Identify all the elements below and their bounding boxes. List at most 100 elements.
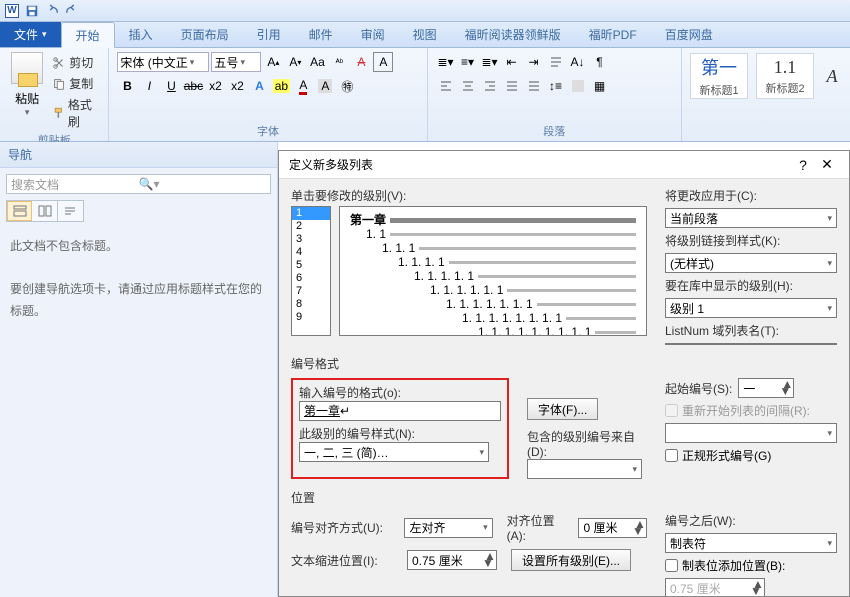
enclose-characters-button[interactable]: ㊕ — [337, 76, 357, 96]
tab-stop-checkbox[interactable]: 制表位添加位置(B): — [665, 557, 837, 574]
tab-foxit-pdf[interactable]: 福昕PDF — [575, 22, 651, 47]
superscript-button[interactable]: x2 — [227, 76, 247, 96]
shrink-font-button[interactable]: A▾ — [285, 52, 305, 72]
subscript-button[interactable]: x2 — [205, 76, 225, 96]
font-size-combo[interactable]: 五号▾ — [211, 52, 261, 72]
indent-spinner[interactable]: 0.75 厘米▲▼ — [407, 550, 497, 570]
alignment-combo[interactable]: 左对齐▾ — [404, 518, 492, 538]
start-at-spinner[interactable]: 一▲▼ — [738, 378, 794, 398]
legal-numbering-checkbox[interactable]: 正规形式编号(G) — [665, 447, 837, 464]
include-level-label: 包含的级别编号来自(D): — [527, 428, 647, 459]
shading-button[interactable] — [568, 76, 588, 96]
borders-button[interactable]: ▦ — [590, 76, 610, 96]
nav-tab-headings[interactable] — [7, 201, 32, 221]
line-spacing-button[interactable]: ↕≡ — [546, 76, 566, 96]
link-style-combo[interactable]: (无样式)▾ — [665, 253, 837, 273]
nav-body: 此文档不包含标题。 要创建导航选项卡，请通过应用标题样式在您的 标题。 — [0, 226, 277, 332]
navigation-pane: 导航 搜索文档 🔍▾ 此文档不包含标题。 要创建导航选项卡，请通过应用标题样式在… — [0, 142, 278, 597]
character-shading-button[interactable]: A — [315, 76, 335, 96]
multilevel-list-button[interactable]: ≣▾ — [480, 52, 500, 72]
follow-with-combo[interactable]: 制表符▾ — [665, 533, 837, 553]
italic-button[interactable]: I — [139, 76, 159, 96]
ribbon-tabs: 文件 ▾ 开始 插入 页面布局 引用 邮件 审阅 视图 福昕阅读器领鲜版 福昕P… — [0, 22, 850, 48]
text-effects-button[interactable]: A — [249, 76, 269, 96]
click-level-label: 单击要修改的级别(V): — [291, 187, 647, 204]
gallery-level-label: 要在库中显示的级别(H): — [665, 277, 837, 294]
tab-home[interactable]: 开始 — [61, 22, 115, 48]
numbering-button[interactable]: ≡▾ — [458, 52, 478, 72]
aligned-at-spinner[interactable]: 0 厘米▲▼ — [578, 518, 647, 538]
chevron-down-icon: ▾ — [25, 107, 30, 118]
highlight-button[interactable]: ab — [271, 76, 291, 96]
search-input[interactable]: 搜索文档 🔍▾ — [6, 174, 271, 194]
style-preview-2[interactable]: 1.1新标题2 — [756, 53, 814, 99]
include-level-combo[interactable]: ▾ — [527, 459, 642, 479]
alignment-label: 编号对齐方式(U): — [291, 519, 398, 536]
link-style-label: 将级别链接到样式(K): — [665, 232, 837, 249]
undo-icon[interactable] — [44, 3, 60, 19]
font-color-button[interactable]: A — [293, 76, 313, 96]
tab-references[interactable]: 引用 — [243, 22, 295, 47]
tab-layout[interactable]: 页面布局 — [167, 22, 243, 47]
scissors-icon — [52, 56, 66, 70]
group-label: 段落 — [436, 121, 674, 139]
asian-layout-button[interactable] — [546, 52, 566, 72]
font-button[interactable]: 字体(F)... — [527, 398, 598, 420]
listnum-input[interactable] — [665, 343, 837, 345]
bold-button[interactable]: B — [117, 76, 137, 96]
start-at-label: 起始编号(S): — [665, 380, 732, 397]
style-preview-3[interactable]: A — [822, 53, 842, 99]
font-name-combo[interactable]: 宋体 (中文正▾ — [117, 52, 209, 72]
group-paragraph: ≣▾ ≡▾ ≣▾ ⇤ ⇥ A↓ ¶ ↕≡ ▦ 段落 — [428, 48, 683, 141]
quick-access-toolbar: W — [0, 0, 850, 22]
underline-button[interactable]: U — [161, 76, 181, 96]
increase-indent-button[interactable]: ⇥ — [524, 52, 544, 72]
show-marks-button[interactable]: ¶ — [590, 52, 610, 72]
phonetic-guide-button[interactable]: ᴬᵇ — [329, 52, 349, 72]
level-listbox[interactable]: 1 23 45 67 89 — [291, 206, 331, 336]
clear-formatting-button[interactable]: A — [351, 52, 371, 72]
dialog-titlebar: 定义新多级列表 ? ✕ — [279, 151, 849, 179]
group-clipboard: 粘贴 ▾ 剪切 复制 格式刷 剪贴板 — [0, 48, 109, 141]
aligned-at-label: 对齐位置(A): — [507, 512, 573, 543]
bullets-button[interactable]: ≣▾ — [436, 52, 456, 72]
tab-view[interactable]: 视图 — [399, 22, 451, 47]
copy-button[interactable]: 复制 — [52, 75, 100, 92]
gallery-level-combo[interactable]: 级别 1▾ — [665, 298, 837, 318]
decrease-indent-button[interactable]: ⇤ — [502, 52, 522, 72]
nav-tab-results[interactable] — [58, 201, 83, 221]
tab-insert[interactable]: 插入 — [115, 22, 167, 47]
character-border-button[interactable]: A — [373, 52, 393, 72]
justify-button[interactable] — [502, 76, 522, 96]
align-left-button[interactable] — [436, 76, 456, 96]
list-preview: 第一章 1. 1 1. 1. 1 1. 1. 1. 1 1. 1. 1. 1. … — [339, 206, 647, 336]
tab-review[interactable]: 审阅 — [347, 22, 399, 47]
strikethrough-button[interactable]: abc — [183, 76, 203, 96]
grow-font-button[interactable]: A▴ — [263, 52, 283, 72]
tab-baidu[interactable]: 百度网盘 — [651, 22, 727, 47]
restart-list-checkbox[interactable]: 重新开始列表的间隔(R): — [665, 402, 837, 419]
redo-icon[interactable] — [64, 3, 80, 19]
change-case-button[interactable]: Aa — [307, 52, 327, 72]
save-icon[interactable] — [24, 3, 40, 19]
help-button[interactable]: ? — [791, 157, 815, 173]
number-style-combo[interactable]: 一, 二, 三 (简)…▾ — [299, 442, 489, 462]
align-right-button[interactable] — [480, 76, 500, 96]
tab-foxit-reader[interactable]: 福昕阅读器领鲜版 — [451, 22, 575, 47]
sort-button[interactable]: A↓ — [568, 52, 588, 72]
close-button[interactable]: ✕ — [815, 156, 839, 173]
cut-button[interactable]: 剪切 — [52, 54, 100, 71]
distributed-button[interactable] — [524, 76, 544, 96]
set-all-levels-button[interactable]: 设置所有级别(E)... — [511, 549, 631, 571]
apply-to-combo[interactable]: 当前段落▾ — [665, 208, 837, 228]
style-preview-1[interactable]: 第一新标题1 — [690, 53, 748, 99]
align-center-button[interactable] — [458, 76, 478, 96]
apply-to-label: 将更改应用于(C): — [665, 187, 837, 204]
tab-mailings[interactable]: 邮件 — [295, 22, 347, 47]
format-painter-button[interactable]: 格式刷 — [52, 96, 100, 130]
paste-button[interactable]: 粘贴 ▾ — [8, 52, 46, 130]
restart-after-combo: ▾ — [665, 423, 837, 443]
nav-tab-pages[interactable] — [32, 201, 57, 221]
tab-file[interactable]: 文件 ▾ — [0, 22, 61, 47]
number-format-input[interactable]: 第一章↵ — [299, 401, 501, 421]
